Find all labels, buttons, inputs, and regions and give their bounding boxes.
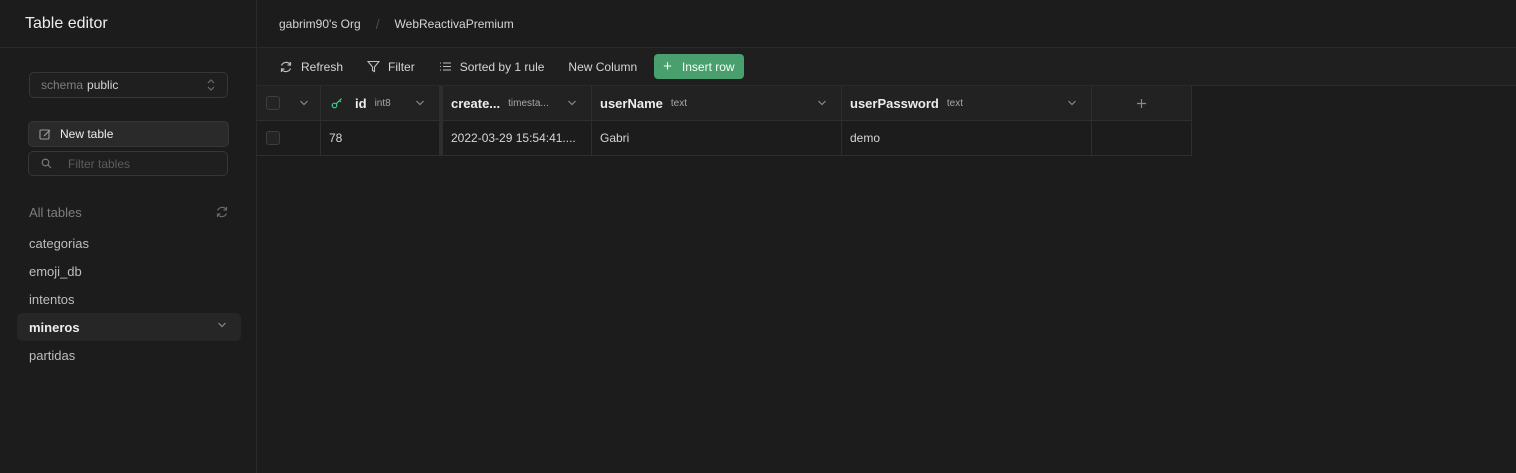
table-list: categorias emoji_db intentos mineros par…	[17, 229, 241, 369]
row-checkbox[interactable]	[266, 131, 280, 145]
column-header-userpassword[interactable]: userPassword text	[842, 86, 1092, 120]
filter-icon	[367, 60, 381, 73]
filter-tables-input[interactable]: Filter tables	[28, 151, 228, 176]
table-item-label: intentos	[29, 291, 75, 307]
chevron-down-icon[interactable]	[567, 99, 577, 107]
cell-empty	[1092, 121, 1192, 155]
cell-username[interactable]: Gabri	[592, 121, 842, 155]
column-type: text	[946, 97, 963, 109]
key-icon	[331, 98, 342, 109]
table-item-label: partidas	[29, 347, 76, 363]
new-column-label: New Column	[568, 59, 638, 74]
table-item-categorias[interactable]: categorias	[17, 229, 241, 257]
filter-tables-placeholder: Filter tables	[68, 156, 131, 171]
refresh-label: Refresh	[301, 59, 344, 74]
column-type: text	[670, 97, 687, 109]
chevron-updown-icon	[207, 79, 215, 91]
list-icon	[439, 62, 451, 71]
cell-id[interactable]: 78	[321, 121, 440, 155]
filter-button[interactable]: Filter	[360, 54, 422, 80]
breadcrumb-separator: /	[375, 15, 380, 32]
edit-icon	[39, 128, 51, 140]
table-item-partidas[interactable]: partidas	[17, 341, 241, 369]
add-column-button[interactable]	[1092, 86, 1192, 120]
refresh-icon	[280, 61, 292, 72]
all-tables-header: All tables	[29, 203, 229, 221]
chevron-down-icon[interactable]	[1067, 99, 1077, 107]
refresh-button[interactable]: Refresh	[272, 54, 350, 80]
new-table-button[interactable]: New table	[28, 121, 229, 147]
breadcrumb-project[interactable]: WebReactivaPremium	[395, 17, 514, 31]
sort-button[interactable]: Sorted by 1 rule	[432, 54, 552, 80]
column-header-username[interactable]: userName text	[592, 86, 842, 120]
cell-created-at[interactable]: 2022-03-29 15:54:41....	[440, 121, 592, 155]
grid-toolbar: Refresh Filter Sorted by 1 rule New Colu…	[257, 48, 1516, 86]
new-table-label: New table	[60, 127, 114, 141]
table-item-label: mineros	[29, 319, 80, 335]
plus-icon: +	[663, 58, 672, 75]
sidebar: Table editor schema public New table Fil…	[0, 0, 257, 473]
sort-label: Sorted by 1 rule	[459, 59, 545, 74]
all-tables-label: All tables	[29, 204, 82, 220]
schema-value: public	[87, 78, 119, 92]
cell-userpassword[interactable]: demo	[842, 121, 1092, 155]
filter-label: Filter	[388, 59, 415, 74]
plus-icon	[1137, 98, 1146, 108]
column-header-created-at[interactable]: create... timesta...	[440, 86, 592, 120]
column-header-id[interactable]: id int8	[321, 86, 440, 120]
column-name: create...	[451, 95, 501, 111]
table-item-intentos[interactable]: intentos	[17, 285, 241, 313]
table-row[interactable]: 78 2022-03-29 15:54:41.... Gabri demo	[257, 121, 1192, 156]
search-icon	[41, 158, 52, 169]
breadcrumb-org[interactable]: gabrim90's Org	[279, 17, 361, 31]
table-item-label: categorias	[29, 235, 89, 251]
refresh-icon[interactable]	[215, 205, 229, 219]
table-item-label: emoji_db	[29, 263, 82, 279]
new-column-button[interactable]: New Column	[561, 54, 644, 80]
column-name: id	[355, 95, 367, 111]
schema-prefix: schema	[41, 78, 84, 92]
schema-select[interactable]: schema public	[29, 72, 228, 98]
table-item-emoji_db[interactable]: emoji_db	[17, 257, 241, 285]
table-item-mineros[interactable]: mineros	[17, 313, 241, 341]
chevron-down-icon[interactable]	[299, 99, 309, 107]
insert-row-button[interactable]: + Insert row	[654, 54, 744, 79]
column-name: userPassword	[850, 95, 939, 111]
sidebar-title: Table editor	[0, 0, 256, 48]
chevron-down-icon[interactable]	[217, 321, 227, 329]
chevron-down-icon[interactable]	[817, 99, 827, 107]
column-type: timesta...	[508, 97, 549, 109]
column-type: int8	[374, 97, 391, 109]
select-all-checkbox[interactable]	[266, 96, 280, 110]
column-name: userName	[600, 95, 663, 111]
breadcrumb: gabrim90's Org / WebReactivaPremium	[257, 0, 1516, 48]
chevron-down-icon[interactable]	[415, 99, 425, 107]
insert-row-label: Insert row	[681, 59, 735, 74]
data-grid: id int8 create... timesta... userName te…	[257, 86, 1192, 156]
row-select-cell	[257, 121, 321, 155]
grid-header-row: id int8 create... timesta... userName te…	[257, 86, 1192, 121]
select-all-cell	[257, 86, 321, 120]
